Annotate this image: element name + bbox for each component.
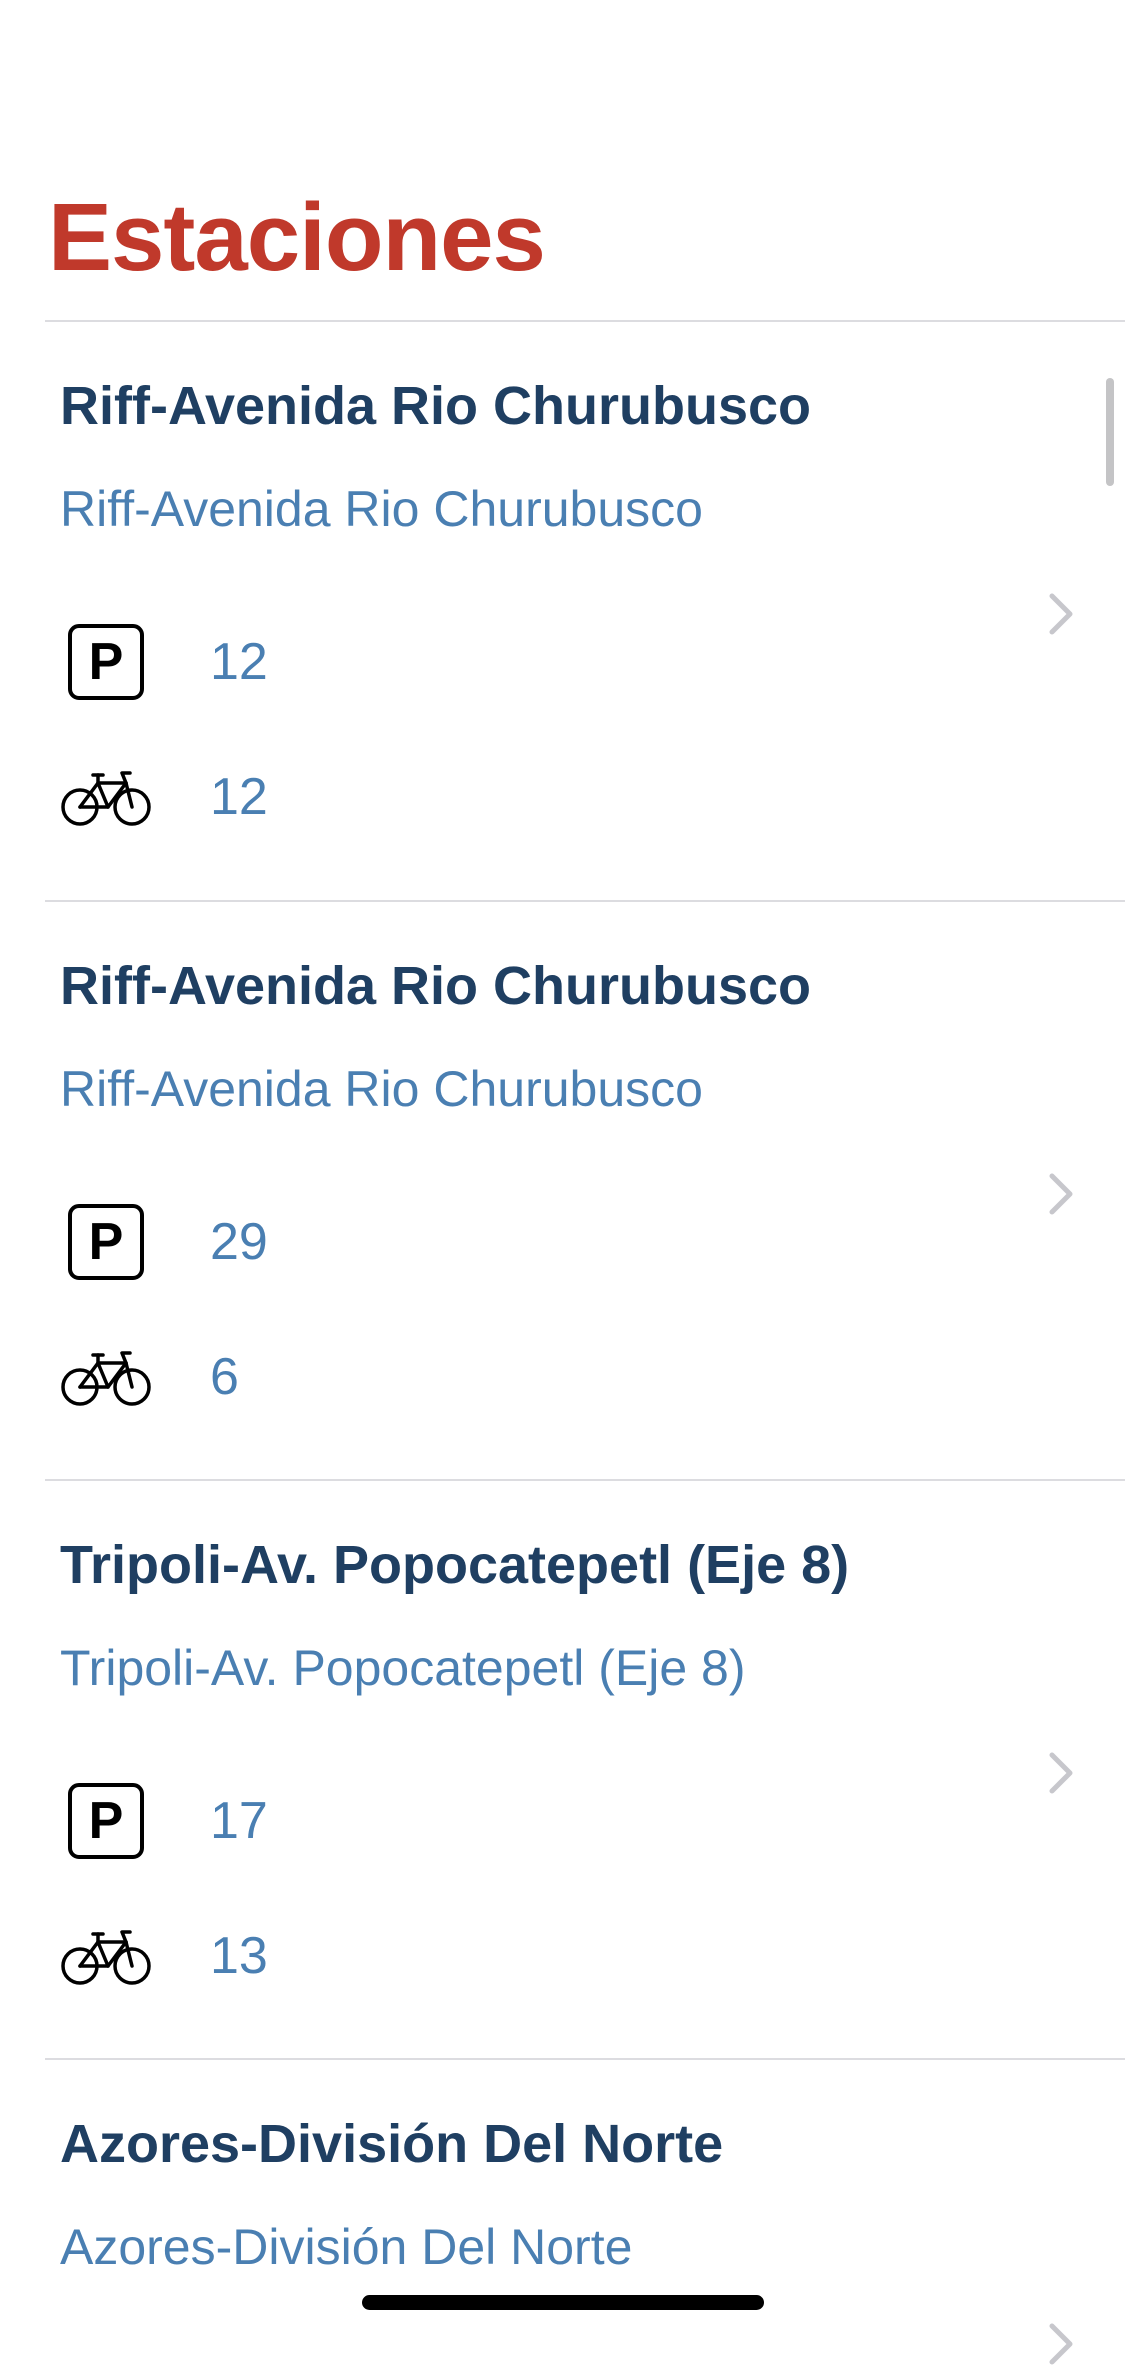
station-name: Tripoli-Av. Popocatepetl (Eje 8): [60, 1535, 850, 1595]
station-name: Riff-Avenida Rio Churubusco: [60, 956, 811, 1016]
station-row[interactable]: Riff-Avenida Rio Churubusco Riff-Avenida…: [0, 322, 1125, 900]
bikes-row: 12: [58, 752, 558, 842]
page-title: Estaciones: [48, 184, 546, 291]
chevron-right-icon: [1049, 2323, 1073, 2365]
parking-row: P 29: [58, 1197, 558, 1287]
station-name: Azores-División Del Norte: [60, 2114, 724, 2174]
bikes-count: 13: [210, 1927, 268, 1985]
station-row[interactable]: Tripoli-Av. Popocatepetl (Eje 8) Tripoli…: [0, 1481, 1125, 2059]
home-indicator[interactable]: [362, 2295, 764, 2310]
station-name: Riff-Avenida Rio Churubusco: [60, 376, 811, 436]
scrollbar[interactable]: [1106, 378, 1114, 486]
bikes-row: 13: [58, 1911, 558, 2001]
station-row[interactable]: Riff-Avenida Rio Churubusco Riff-Avenida…: [0, 902, 1125, 1480]
bikes-count: 12: [210, 768, 268, 826]
station-address: Riff-Avenida Rio Churubusco: [60, 1061, 703, 1117]
parking-count: 12: [210, 633, 268, 691]
parking-row: P 17: [58, 1776, 558, 1866]
bikes-count: 6: [210, 1348, 239, 1406]
svg-text:P: P: [89, 1792, 124, 1850]
station-address: Tripoli-Av. Popocatepetl (Eje 8): [60, 1640, 746, 1696]
station-address: Azores-División Del Norte: [60, 2219, 633, 2275]
svg-text:P: P: [89, 633, 124, 691]
parking-icon: P: [58, 1776, 154, 1866]
chevron-right-icon: [1049, 1173, 1073, 1215]
bicycle-icon: [58, 752, 154, 842]
bicycle-icon: [58, 1911, 154, 2001]
chevron-right-icon: [1049, 1752, 1073, 1794]
parking-count: 17: [210, 1792, 268, 1850]
bicycle-icon: [58, 1332, 154, 1422]
svg-text:P: P: [89, 1213, 124, 1271]
parking-count: 29: [210, 1213, 268, 1271]
chevron-right-icon: [1049, 593, 1073, 635]
station-address: Riff-Avenida Rio Churubusco: [60, 481, 703, 537]
parking-row: P 12: [58, 617, 558, 707]
bikes-row: 6: [58, 1332, 558, 1422]
parking-icon: P: [58, 617, 154, 707]
parking-icon: P: [58, 1197, 154, 1287]
